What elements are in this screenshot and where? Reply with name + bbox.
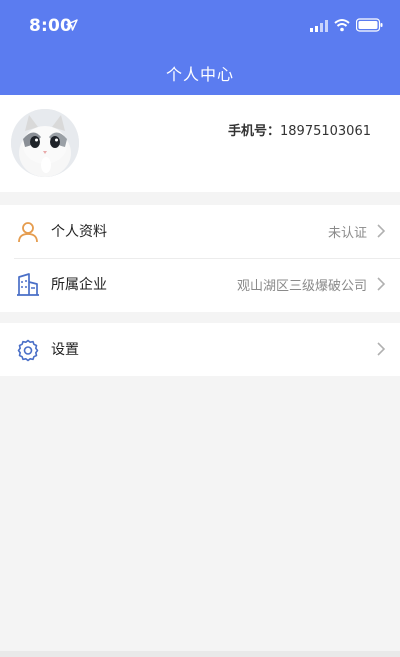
menu-item-label: 设置 (51, 342, 79, 358)
verification-status: 未认证 (327, 226, 367, 241)
menu-item-personal-info[interactable]: 个人资料 未认证 (0, 205, 400, 259)
location-arrow-icon (66, 19, 78, 31)
building-icon (17, 273, 39, 296)
user-icon (18, 222, 38, 243)
phone-label: 手机号： (228, 124, 281, 139)
profile-card: 手机号：18975103061 (0, 95, 400, 192)
wifi-icon (334, 19, 350, 32)
menu-item-label: 个人资料 (51, 224, 107, 240)
chevron-right-icon (377, 224, 386, 238)
page-title: 个人中心 (165, 65, 234, 84)
menu-card: 个人资料 未认证 所属企业 观山湖区三级爆破公司 (0, 205, 400, 312)
battery-icon (356, 18, 383, 32)
chevron-right-icon (377, 342, 386, 356)
gear-icon (17, 339, 39, 362)
phone-value: 18975103061 (280, 124, 371, 139)
chevron-right-icon (377, 277, 386, 291)
app-header: 8:00 个人中心 (0, 0, 400, 95)
cat-avatar-photo (11, 109, 79, 177)
menu-item-settings[interactable]: 设置 (0, 323, 400, 376)
menu-item-label: 所属企业 (51, 277, 107, 293)
settings-card: 设置 (0, 323, 400, 376)
status-bar: 8:00 (0, 0, 400, 44)
signal-icon (310, 20, 328, 32)
company-name: 观山湖区三级爆破公司 (236, 279, 367, 294)
phone-number: 手机号：18975103061 (228, 120, 371, 139)
menu-item-company[interactable]: 所属企业 观山湖区三级爆破公司 (0, 258, 400, 311)
bottom-edge (0, 651, 400, 657)
avatar[interactable] (11, 109, 79, 177)
